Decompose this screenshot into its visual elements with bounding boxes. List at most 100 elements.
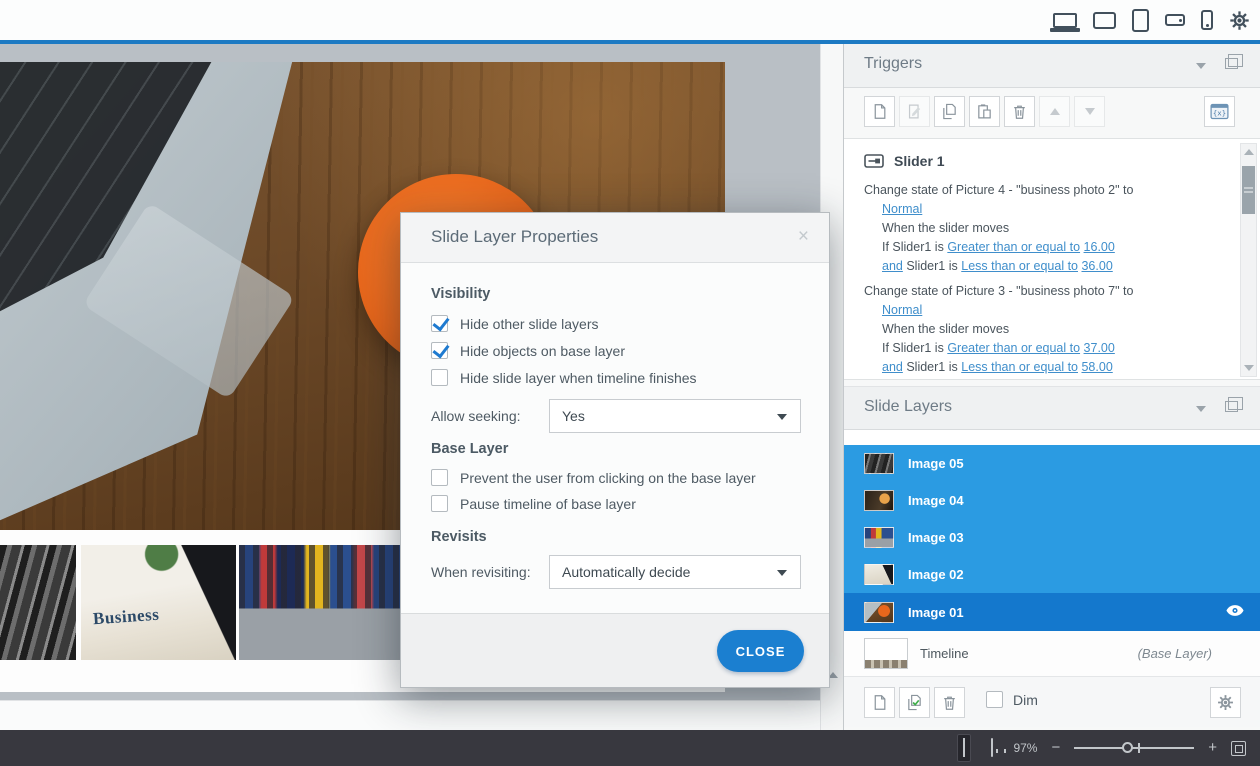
trigger-and-link[interactable]: and [882,259,903,273]
trigger-if-text: If Slider1 is [882,240,944,254]
zoom-out-button[interactable]: − [1051,743,1060,753]
delete-trigger-button[interactable] [1004,96,1035,127]
layer-settings-gear-button[interactable] [1210,687,1241,718]
settings-gear-icon[interactable] [1229,10,1250,31]
layer-row-image-03[interactable]: Image 03 [844,519,1260,556]
slide-layers-toolbar: Dim [844,677,1260,727]
delete-layer-button[interactable] [934,687,965,718]
manage-variables-button[interactable]: {x} [1204,96,1235,127]
phone-landscape-icon[interactable] [1165,14,1185,26]
close-button[interactable]: CLOSE [717,630,804,672]
hide-base-objects-row[interactable]: Hide objects on base layer [431,342,625,359]
preview-button[interactable] [985,734,999,762]
laptop-preview-icon[interactable] [1053,13,1077,28]
new-layer-button[interactable] [864,687,895,718]
trigger-head: Change state of Picture 3 - "business ph… [864,282,1219,301]
duplicate-layer-button[interactable] [899,687,930,718]
zoom-slider-knob[interactable] [1122,742,1133,753]
layer-row-timeline[interactable]: Timeline (Base Layer) [844,631,1260,677]
layer-visibility-eye-icon[interactable] [1226,604,1244,617]
zoom-slider-track [1074,747,1194,749]
scroll-down-arrow-icon[interactable] [1244,365,1254,371]
trigger-head: Change state of Picture 4 - "business ph… [864,181,1219,200]
layer-label: Image 05 [908,456,964,471]
triggers-panel-window-icon[interactable] [1225,58,1238,69]
allow-seeking-dropdown[interactable]: Yes [549,399,801,433]
trigger-condition-link[interactable]: Less than or equal to [961,360,1078,374]
when-revisiting-dropdown[interactable]: Automatically decide [549,555,801,589]
new-trigger-button[interactable] [864,96,895,127]
scroll-up-arrow-icon[interactable] [1244,149,1254,155]
when-revisiting-label: When revisiting: [431,564,549,580]
slide-thumbnail-business[interactable]: Business [81,545,236,660]
hide-when-finished-row[interactable]: Hide slide layer when timeline finishes [431,369,697,386]
status-bar: 97% − + [0,730,1260,766]
trigger-item-2[interactable]: Change state of Picture 3 - "business ph… [864,282,1219,377]
dim-checkbox[interactable] [986,691,1003,708]
layer-row-image-02[interactable]: Image 02 [844,556,1260,593]
prevent-clicking-checkbox[interactable] [431,469,448,486]
tablet-landscape-icon[interactable] [1093,12,1116,29]
hide-other-layers-row[interactable]: Hide other slide layers [431,315,599,332]
edit-trigger-button[interactable] [899,96,930,127]
layers-chevron-down-icon[interactable] [1196,406,1206,412]
tablet-portrait-icon[interactable] [1132,9,1149,32]
trigger-value-link[interactable]: 37.00 [1084,341,1115,355]
layers-panel-window-icon[interactable] [1225,401,1238,412]
trigger-value-link[interactable]: 16.00 [1084,240,1115,254]
hide-other-layers-checkbox[interactable] [431,315,448,332]
pause-timeline-label: Pause timeline of base layer [460,496,636,512]
dim-option[interactable]: Dim [986,691,1038,708]
zoom-in-button[interactable]: + [1208,743,1217,753]
dialog-close-icon[interactable]: × [798,226,809,248]
slide-view-button[interactable] [957,734,971,762]
paste-trigger-button[interactable] [969,96,1000,127]
trigger-condition-link[interactable]: Less than or equal to [961,259,1078,273]
move-trigger-up-button[interactable] [1039,96,1070,127]
allow-seeking-value: Yes [562,408,585,424]
layer-row-image-04[interactable]: Image 04 [844,482,1260,519]
pause-timeline-checkbox[interactable] [431,495,448,512]
base-layer-note: (Base Layer) [1138,646,1212,661]
slide-thumbnail-crossing[interactable] [239,545,400,660]
trigger-condition-link[interactable]: Greater than or equal to [947,341,1080,355]
hide-base-objects-label: Hide objects on base layer [460,343,625,359]
fit-to-window-button[interactable] [1231,741,1246,756]
trigger-group-slider1[interactable]: Slider 1 [864,147,1219,175]
trigger-item-1[interactable]: Change state of Picture 4 - "business ph… [864,181,1219,276]
trigger-condition-link[interactable]: Greater than or equal to [947,240,1080,254]
move-trigger-down-button[interactable] [1074,96,1105,127]
slide-thumbnail-crowd-bw[interactable] [0,545,76,660]
layer-label: Image 01 [908,605,964,620]
trigger-value-link[interactable]: 58.00 [1081,360,1112,374]
when-revisiting-value: Automatically decide [562,564,690,580]
canvas-horizontal-scrollbar[interactable] [0,700,820,730]
grid-view-button[interactable] [931,743,943,753]
prevent-clicking-row[interactable]: Prevent the user from clicking on the ba… [431,469,756,486]
trigger-mid-text: Slider1 is [906,360,957,374]
trigger-state-link[interactable]: Normal [882,303,922,317]
hide-when-finished-checkbox[interactable] [431,369,448,386]
slide-layers-panel-title: Slide Layers [864,398,952,416]
hide-base-objects-checkbox[interactable] [431,342,448,359]
layer-row-image-01[interactable]: Image 01 [844,593,1260,631]
down-arrow-icon [1085,108,1095,115]
layer-row-image-05[interactable]: Image 05 [844,445,1260,482]
zoom-slider[interactable] [1074,741,1194,755]
pause-timeline-row[interactable]: Pause timeline of base layer [431,495,636,512]
layer-label: Image 03 [908,530,964,545]
layer-label: Image 04 [908,493,964,508]
triggers-panel-header: Triggers [844,44,1260,88]
business-caption: Business [93,605,161,630]
trigger-state-link[interactable]: Normal [882,202,922,216]
triggers-chevron-down-icon[interactable] [1196,63,1206,69]
zoom-level: 97% [1013,741,1037,755]
triggers-scrollbar[interactable] [1240,143,1257,377]
phone-portrait-icon[interactable] [1201,10,1213,30]
trigger-value-link[interactable]: 36.00 [1081,259,1112,273]
copy-trigger-button[interactable] [934,96,965,127]
trigger-and-link[interactable]: and [882,360,903,374]
layer-thumbnail [864,490,894,511]
scrollbar-thumb[interactable] [1242,166,1255,214]
trigger-group-label: Slider 1 [894,153,945,169]
